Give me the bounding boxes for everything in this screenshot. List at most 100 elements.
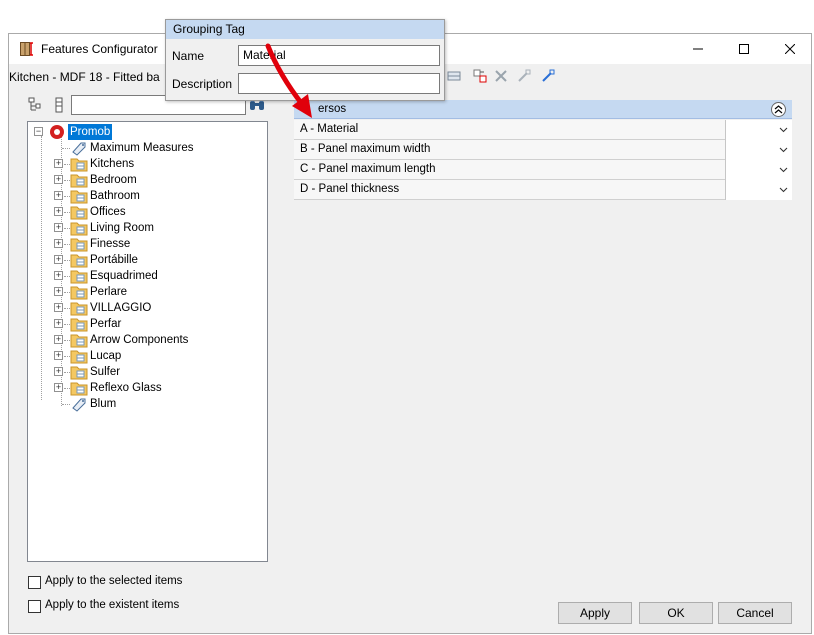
expand-toggle[interactable]: + — [54, 335, 63, 344]
expand-toggle[interactable]: + — [54, 207, 63, 216]
tree-expand-icon[interactable] — [27, 96, 45, 114]
apply-selected-checkbox[interactable] — [28, 576, 41, 589]
expand-toggle[interactable]: + — [54, 159, 63, 168]
chevron-down-icon — [779, 167, 788, 173]
folder-icon — [70, 238, 88, 252]
folder-icon — [70, 334, 88, 348]
tree-label: Portábille — [90, 254, 138, 266]
expand-toggle[interactable]: + — [54, 175, 63, 184]
property-label: B - Panel maximum width — [300, 143, 431, 155]
folder-icon — [70, 366, 88, 380]
minimize-button[interactable] — [675, 34, 721, 64]
property-row[interactable]: B - Panel maximum width — [294, 140, 792, 160]
chevron-up-icon — [774, 105, 783, 114]
folder-icon — [70, 222, 88, 236]
folder-icon — [70, 270, 88, 284]
edit-link-icon[interactable] — [540, 68, 556, 84]
tree-label: Kitchens — [90, 158, 135, 170]
folder-icon — [70, 302, 88, 316]
apply-selected-label: Apply to the selected items — [45, 575, 183, 587]
tree-label: Esquadrimed — [90, 270, 158, 282]
tree-label: Lucap — [90, 350, 122, 362]
chevron-down-icon — [779, 127, 788, 133]
apply-existent-label: Apply to the existent items — [45, 599, 180, 611]
expand-toggle[interactable]: + — [54, 223, 63, 232]
expand-toggle[interactable]: + — [54, 351, 63, 360]
document-subtitle: Kitchen - MDF 18 - Fitted ba — [9, 70, 160, 84]
popup-title: Grouping Tag — [166, 20, 444, 39]
maximize-icon — [739, 44, 749, 54]
property-dropdown[interactable] — [725, 120, 792, 140]
tree-label: Bathroom — [90, 190, 140, 202]
tree-label: Sulfer — [90, 366, 121, 378]
link-icon[interactable] — [516, 68, 532, 84]
close-icon — [785, 44, 795, 54]
property-dropdown[interactable] — [725, 180, 792, 200]
expand-toggle[interactable]: + — [54, 303, 63, 312]
group-label: ersos — [318, 103, 347, 115]
expand-toggle[interactable]: + — [54, 319, 63, 328]
annotation-arrow-icon — [265, 43, 312, 118]
property-label: A - Material — [300, 123, 359, 135]
tag-icon — [72, 142, 86, 156]
folder-icon — [70, 190, 88, 204]
window-title: Features Configurator — [41, 42, 158, 56]
description-label: Description — [172, 77, 233, 91]
promob-logo-icon — [50, 125, 64, 139]
features-tree[interactable]: − Promob Maximum Measures + Kitchens + Bedro… — [27, 121, 268, 562]
tree-label: Finesse — [90, 238, 131, 250]
tree-label: Perfar — [90, 318, 122, 330]
grid-view-icon[interactable] — [447, 68, 463, 84]
folder-icon — [70, 174, 88, 188]
folder-icon — [70, 206, 88, 220]
apply-existent-checkbox[interactable] — [28, 600, 41, 613]
chevron-down-icon — [779, 187, 788, 193]
expand-toggle[interactable]: + — [54, 367, 63, 376]
tree-label: Living Room — [90, 222, 154, 234]
folder-icon — [70, 286, 88, 300]
expand-toggle[interactable]: + — [54, 383, 63, 392]
property-dropdown[interactable] — [725, 140, 792, 160]
folder-icon — [70, 350, 88, 364]
tree-label: VILLAGGIO — [90, 302, 152, 314]
tree-label: Perlare — [90, 286, 128, 298]
property-dropdown[interactable] — [725, 160, 792, 180]
tag-icon — [72, 398, 86, 412]
property-row[interactable]: C - Panel maximum length — [294, 160, 792, 180]
property-label: C - Panel maximum length — [300, 163, 436, 175]
collapse-group-button[interactable] — [771, 102, 786, 117]
expand-toggle[interactable]: + — [54, 287, 63, 296]
expand-toggle[interactable]: + — [54, 191, 63, 200]
features-configurator-window: Features Configurator Kitchen - MDF 18 -… — [8, 33, 812, 634]
tree-label-root: Promob — [68, 124, 113, 140]
delete-icon[interactable] — [493, 68, 509, 84]
folder-icon — [70, 382, 88, 396]
expand-toggle[interactable]: + — [54, 255, 63, 264]
app-cabinet-icon — [20, 42, 33, 56]
group-header[interactable]: ersos — [294, 100, 792, 119]
property-label: D - Panel thickness — [300, 183, 400, 195]
tree-collapse-icon[interactable] — [51, 96, 69, 114]
cancel-button[interactable]: Cancel — [718, 602, 792, 624]
close-button[interactable] — [767, 34, 813, 64]
property-row[interactable]: D - Panel thickness — [294, 180, 792, 200]
add-item-icon[interactable] — [472, 68, 488, 84]
name-label: Name — [172, 49, 205, 63]
ok-button[interactable]: OK — [639, 602, 713, 624]
tree-label: Blum — [90, 398, 117, 410]
tree-label: Reflexo Glass — [90, 382, 162, 394]
apply-button[interactable]: Apply — [558, 602, 632, 624]
tree-label: Bedroom — [90, 174, 137, 186]
folder-icon — [70, 254, 88, 268]
chevron-down-icon — [779, 147, 788, 153]
expand-toggle[interactable]: + — [54, 271, 63, 280]
folder-icon — [70, 158, 88, 172]
tree-label: Offices — [90, 206, 126, 218]
maximize-button[interactable] — [721, 34, 767, 64]
property-row[interactable]: A - Material — [294, 120, 792, 140]
folder-icon — [70, 318, 88, 332]
tree-label: Maximum Measures — [90, 142, 194, 154]
expand-toggle[interactable]: + — [54, 239, 63, 248]
collapse-toggle[interactable]: − — [34, 127, 43, 136]
minimize-icon — [693, 48, 703, 50]
